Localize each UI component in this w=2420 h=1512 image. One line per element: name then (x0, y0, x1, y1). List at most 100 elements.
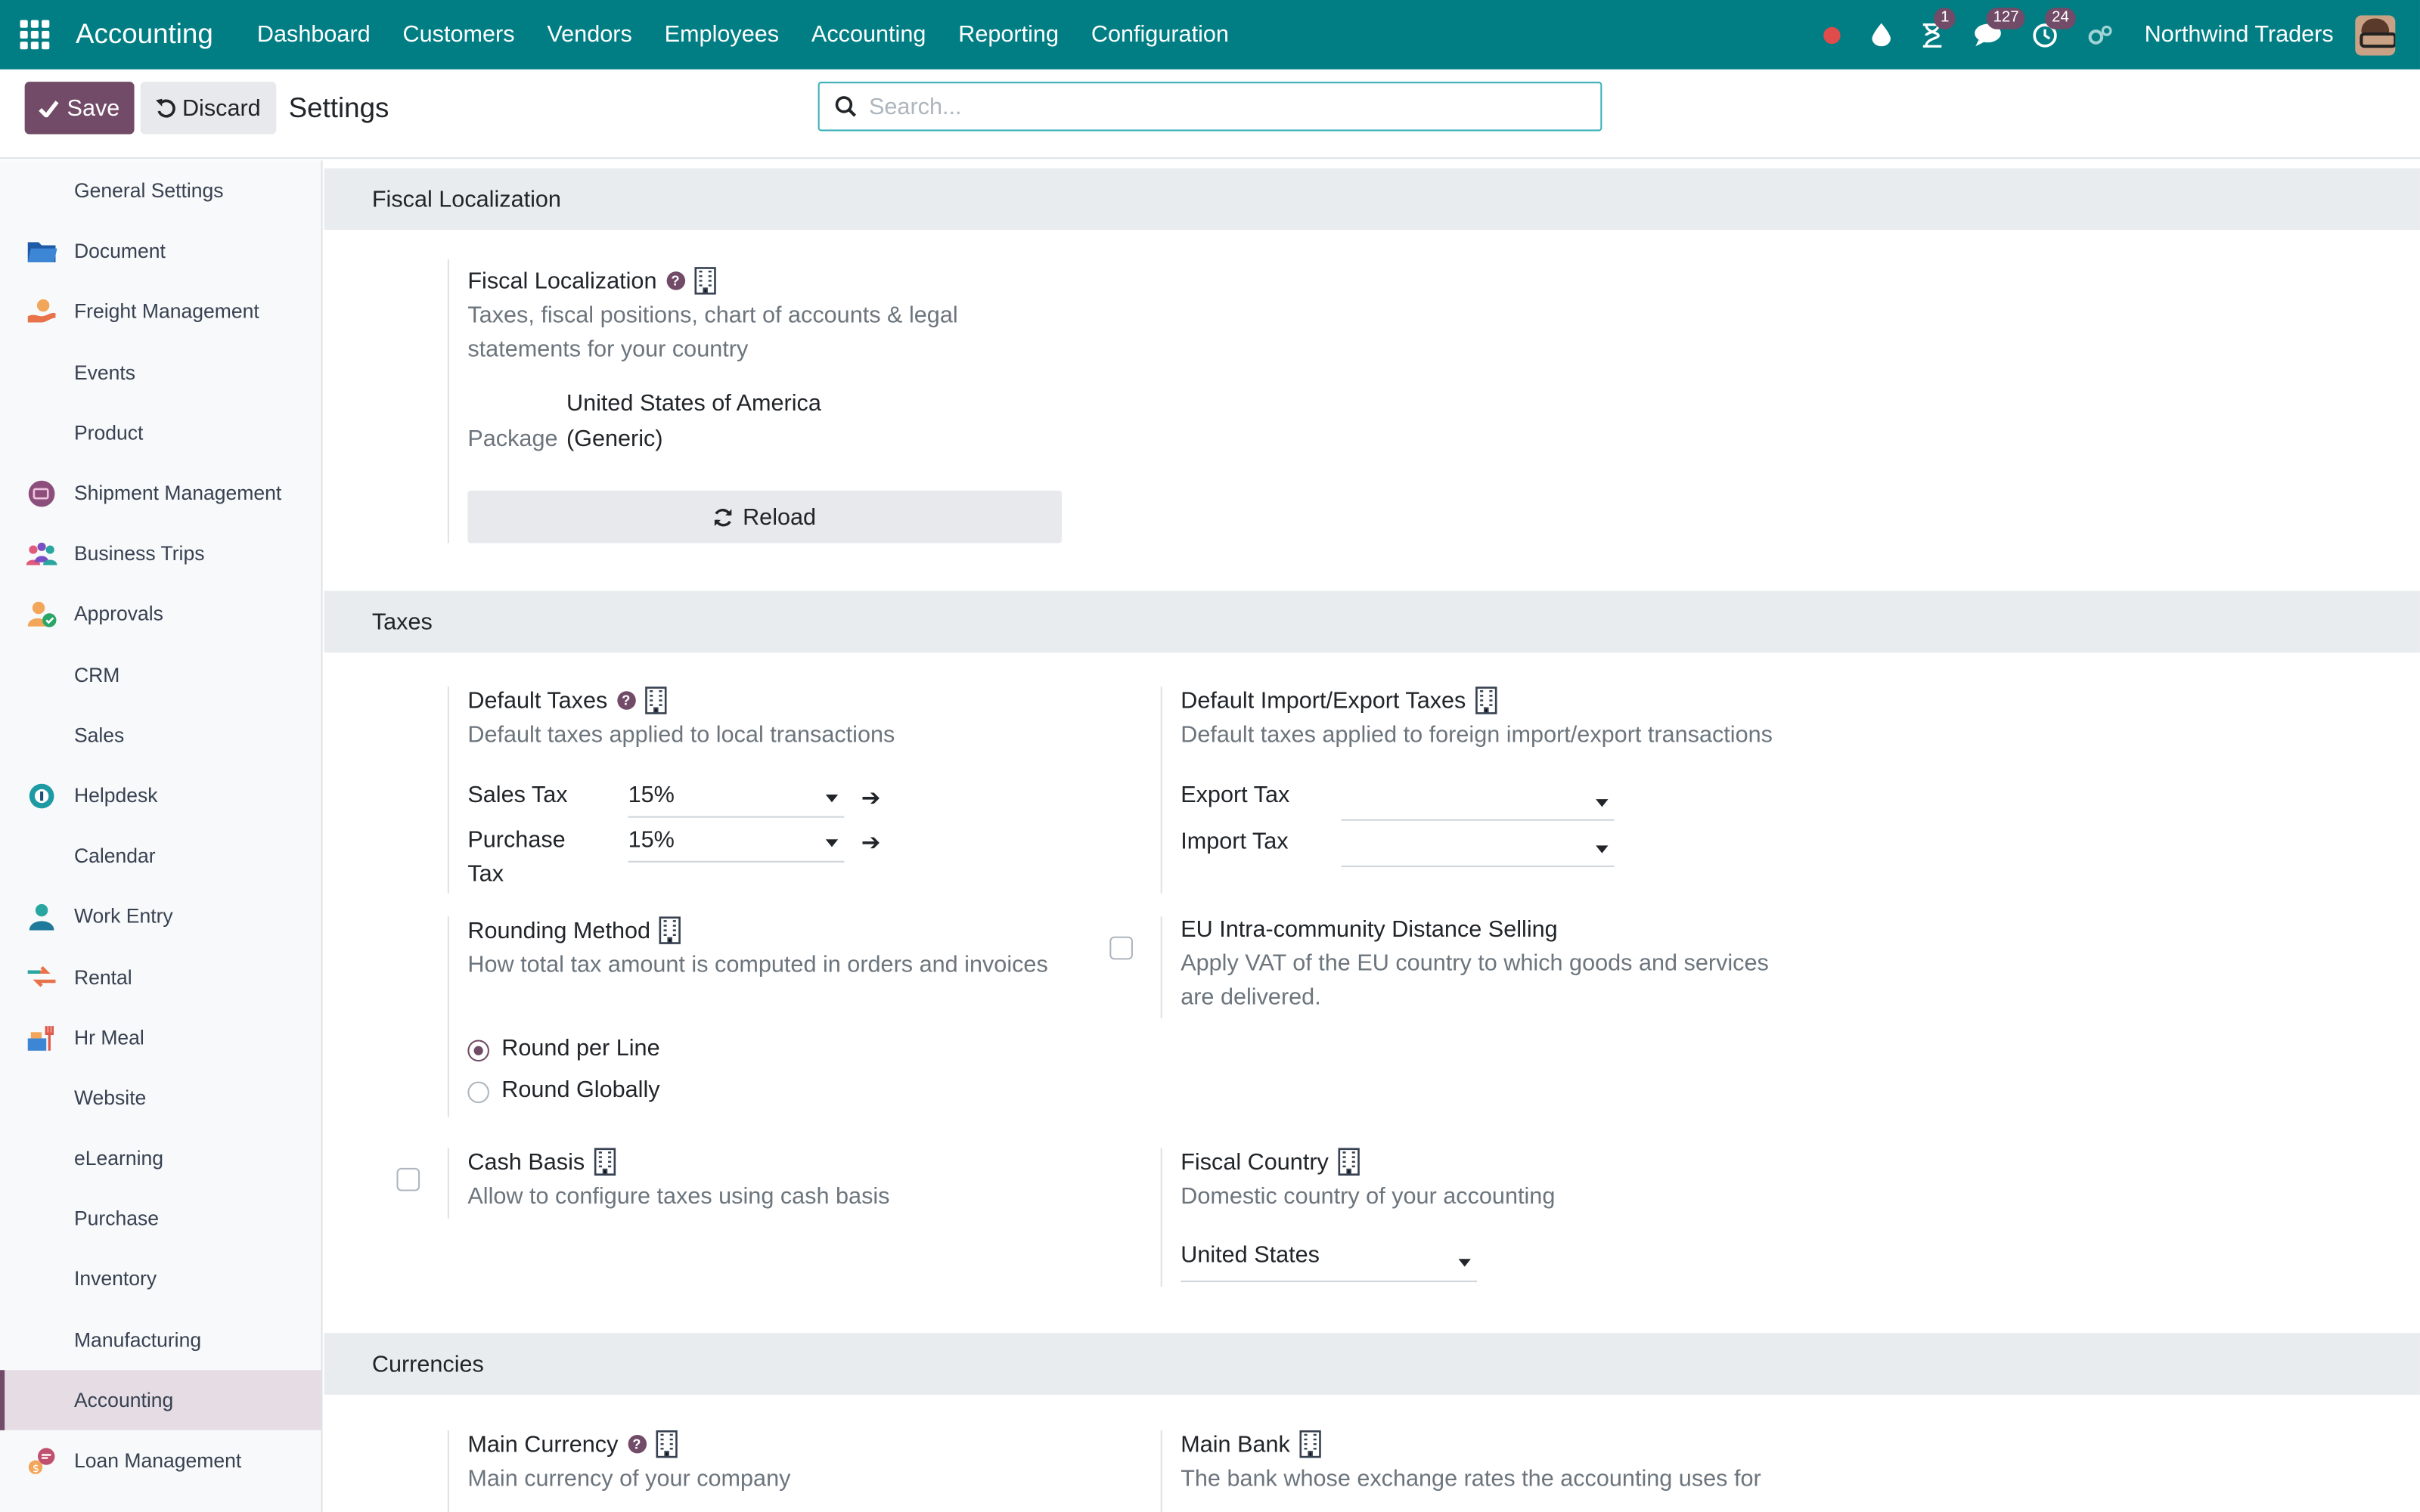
user-avatar[interactable] (2355, 14, 2396, 55)
main-bank-setting: Main Bank The bank whose exchange rates … (1160, 1430, 1809, 1512)
top-navbar: Accounting Dashboard Customers Vendors E… (0, 0, 2420, 70)
round-globally-label[interactable]: Round Globally (501, 1077, 659, 1103)
sidebar-item-business-trips[interactable]: Business Trips (0, 523, 321, 584)
sidebar-item-loan-management[interactable]: $ Loan Management (0, 1430, 321, 1491)
default-taxes-title: Default Taxes (467, 687, 608, 714)
purchase-tax-value: 15% (628, 826, 675, 854)
setting-divider (447, 1148, 449, 1219)
import-tax-label: Import Tax (1181, 828, 1289, 855)
menu-employees[interactable]: Employees (648, 22, 795, 48)
sidebar-item-label: Freight Management (73, 299, 259, 324)
sidebar-item-document[interactable]: Document (0, 221, 321, 281)
sales-tax-select[interactable]: 15% (628, 782, 845, 818)
reload-label: Reload (743, 503, 817, 531)
fiscal-localization-desc: Taxes, fiscal positions, chart of accoun… (467, 302, 958, 363)
company-switcher[interactable]: Northwind Traders (2145, 22, 2334, 48)
sidebar-item-label: Purchase (73, 1207, 160, 1231)
sidebar-item-general-settings[interactable]: General Settings (0, 160, 321, 221)
loan-icon: $ (28, 1448, 55, 1475)
cash-basis-checkbox[interactable] (396, 1167, 420, 1191)
rounding-method-setting: Rounding Method How total tax amount is … (447, 916, 1096, 1117)
chevron-down-icon (1596, 845, 1609, 854)
sidebar-item-website[interactable]: Website (0, 1067, 321, 1128)
messages-icon[interactable]: 127 (1975, 8, 2025, 47)
drop-icon[interactable] (1872, 23, 1891, 47)
reload-button[interactable]: Reload (467, 490, 1063, 544)
purchase-tax-select[interactable]: 15% (628, 827, 845, 863)
sidebar-item-product[interactable]: Product (0, 402, 321, 463)
search-icon (835, 96, 857, 118)
sidebar-item-label: Inventory (73, 1267, 157, 1291)
menu-customers[interactable]: Customers (386, 22, 531, 48)
sidebar-item-hr-meal[interactable]: Hr Meal (0, 1007, 321, 1067)
sidebar-item-crm[interactable]: CRM (0, 644, 321, 705)
sidebar-item-label: Approvals (73, 602, 163, 626)
eu-distance-selling-checkbox[interactable] (1109, 936, 1133, 960)
clock-badge: 24 (2045, 7, 2075, 29)
help-icon[interactable]: ? (616, 691, 636, 710)
search-input[interactable] (868, 93, 1548, 120)
check-icon (39, 100, 60, 117)
app-brand[interactable]: Accounting (76, 18, 213, 51)
sidebar-item-elearning[interactable]: eLearning (0, 1128, 321, 1188)
meal-icon (27, 1025, 54, 1051)
help-icon[interactable]: ? (666, 271, 685, 290)
sidebar-item-events[interactable]: Events (0, 342, 321, 402)
apps-menu-icon[interactable] (0, 0, 70, 70)
export-tax-select[interactable] (1341, 782, 1615, 821)
sidebar-item-label: Rental (73, 965, 132, 989)
help-icon[interactable]: ? (627, 1434, 647, 1454)
fiscal-country-select[interactable]: United States (1181, 1242, 1478, 1282)
round-per-line-radio[interactable] (467, 1040, 489, 1062)
sidebar-item-freight-management[interactable]: Freight Management (0, 281, 321, 342)
menu-configuration[interactable]: Configuration (1075, 22, 1245, 48)
sidebar-item-manufacturing[interactable]: Manufacturing (0, 1309, 321, 1370)
sidebar-item-inventory[interactable]: Inventory (0, 1249, 321, 1309)
sidebar-item-approvals[interactable]: Approvals (0, 584, 321, 644)
sales-tax-external-link-icon[interactable]: ➔ (861, 784, 881, 812)
sidebar-item-calendar[interactable]: Calendar (0, 826, 321, 886)
company-building-icon (1338, 1148, 1360, 1176)
sidebar-item-rental[interactable]: Rental (0, 947, 321, 1007)
fiscal-localization-title: Fiscal Localization (467, 268, 657, 294)
sidebar-item-shipment-management[interactable]: Shipment Management (0, 463, 321, 523)
setting-divider (447, 1430, 449, 1512)
menu-dashboard[interactable]: Dashboard (240, 22, 386, 48)
menu-vendors[interactable]: Vendors (531, 22, 648, 48)
discard-button[interactable]: Discard (140, 82, 277, 135)
setting-divider (447, 686, 449, 894)
search-bar[interactable] (818, 82, 1602, 132)
export-tax-label: Export Tax (1181, 782, 1290, 809)
activity-icon[interactable]: 1 (1922, 7, 1956, 48)
section-taxes: Taxes (324, 590, 2420, 653)
menu-reporting[interactable]: Reporting (942, 22, 1075, 48)
main-currency-title: Main Currency (467, 1430, 619, 1458)
save-button[interactable]: Save (24, 82, 135, 135)
record-icon[interactable] (1823, 26, 1841, 44)
round-globally-radio[interactable] (467, 1081, 489, 1104)
company-building-icon (655, 1430, 677, 1458)
people-icon (26, 543, 57, 565)
main-currency-desc: Main currency of your company (467, 1465, 791, 1492)
main-currency-setting: Main Currency ? Main currency of your co… (447, 1430, 1096, 1512)
sidebar-item-purchase[interactable]: Purchase (0, 1188, 321, 1249)
chevron-down-icon (1596, 799, 1609, 807)
round-per-line-label[interactable]: Round per Line (501, 1035, 659, 1061)
setting-divider (447, 259, 449, 544)
clock-icon[interactable]: 24 (2034, 7, 2075, 48)
purchase-tax-label-2: Tax (467, 860, 504, 888)
eu-distance-selling-setting: EU Intra-community Distance Selling Appl… (1160, 916, 1809, 1018)
sidebar-item-helpdesk[interactable]: Helpdesk (0, 765, 321, 826)
folder-icon (27, 242, 57, 263)
purchase-tax-external-link-icon[interactable]: ➔ (861, 829, 881, 857)
settings-gears-icon[interactable] (2089, 24, 2114, 46)
sidebar-item-sales[interactable]: Sales (0, 705, 321, 765)
cash-basis-setting: Cash Basis Allow to configure taxes usin… (447, 1148, 1096, 1219)
sidebar-item-label: eLearning (73, 1146, 163, 1170)
setting-divider (1160, 1148, 1162, 1287)
sidebar-item-work-entry[interactable]: Work Entry (0, 886, 321, 947)
import-tax-select[interactable] (1341, 829, 1615, 867)
sidebar-item-label: Accounting (73, 1388, 174, 1412)
sidebar-item-accounting[interactable]: Accounting (0, 1369, 321, 1430)
menu-accounting[interactable]: Accounting (795, 22, 942, 48)
